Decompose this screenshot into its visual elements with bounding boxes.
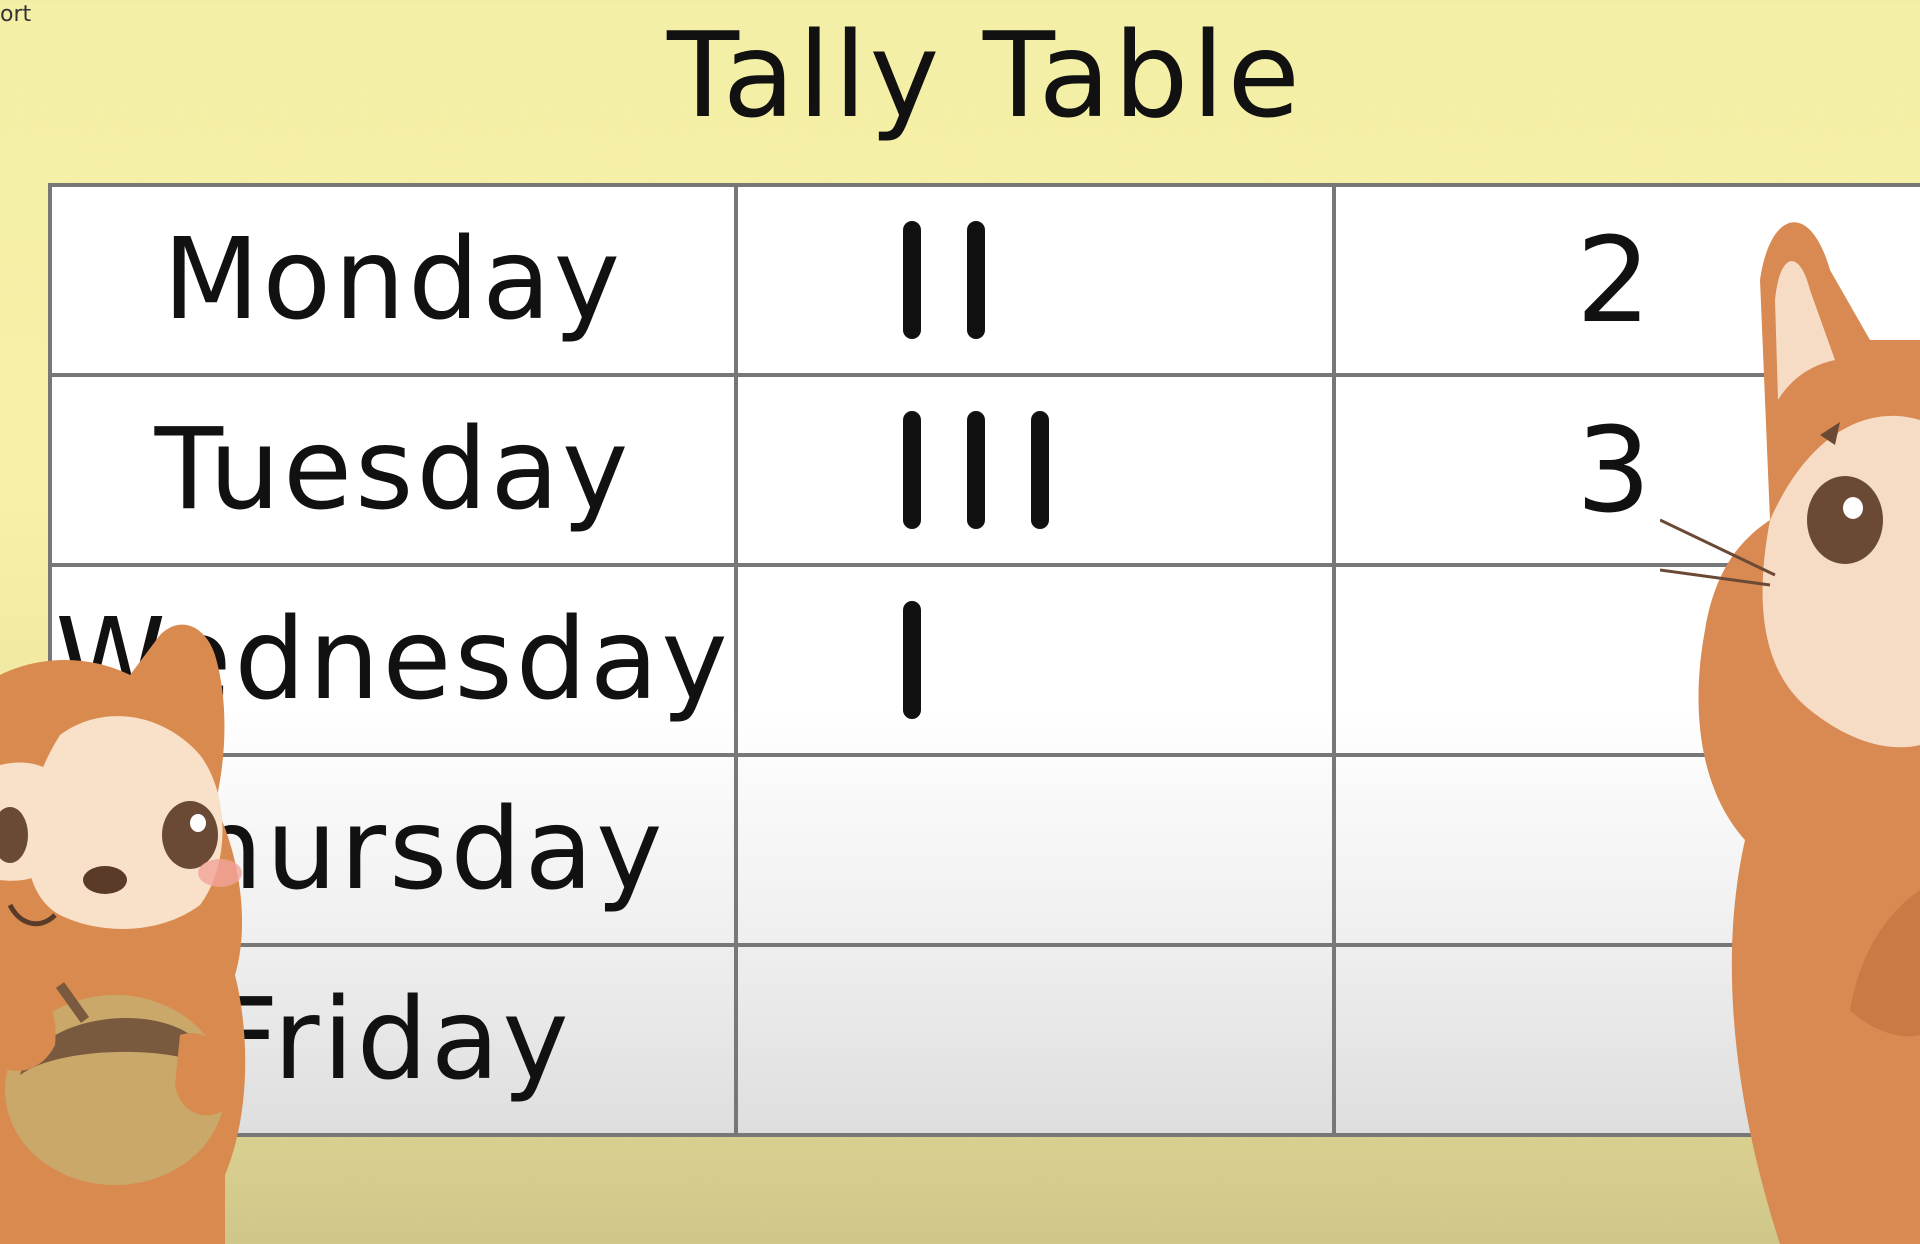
- tally-mark: [903, 411, 921, 529]
- table-row: Friday: [48, 943, 1920, 1137]
- tally-marks: [903, 221, 985, 339]
- table-row: Wednesday: [48, 563, 1920, 757]
- tally-cell: [734, 753, 1336, 947]
- tally-mark: [1031, 411, 1049, 529]
- tally-mark: [903, 221, 921, 339]
- tally-mark: [967, 221, 985, 339]
- day-cell: Tuesday: [48, 373, 738, 567]
- tally-table: Monday 2 Tuesday 3 Wednesday Thursday Friday: [48, 183, 1920, 1137]
- tally-mark: [903, 601, 921, 719]
- table-row: Thursday: [48, 753, 1920, 947]
- table-row: Monday 2: [48, 183, 1920, 377]
- tally-cell: [734, 943, 1336, 1137]
- tally-mark: [967, 411, 985, 529]
- day-cell: Monday: [48, 183, 738, 377]
- cat-illustration: [1660, 222, 1920, 1244]
- tally-marks: [903, 601, 921, 719]
- squirrel-illustration: [0, 624, 246, 1244]
- tally-cell: [734, 183, 1336, 377]
- page-title: Tally Table: [667, 6, 1303, 144]
- table-row: Tuesday 3: [48, 373, 1920, 567]
- tally-marks: [903, 411, 1049, 529]
- tally-cell: [734, 373, 1336, 567]
- tally-cell: [734, 563, 1336, 757]
